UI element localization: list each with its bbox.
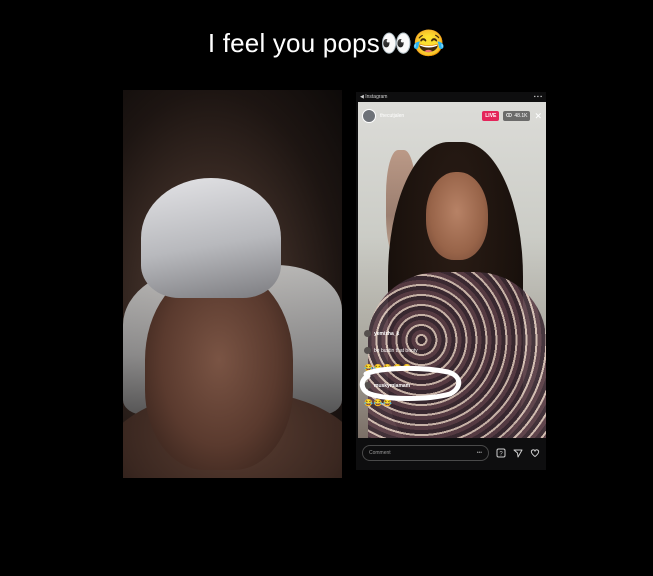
comment-avatar	[364, 347, 371, 354]
durag	[141, 178, 281, 298]
comment-user: yemizha_k	[374, 330, 400, 337]
status-bar: ◀ Instagram ▪ ▪ ▪	[356, 92, 546, 102]
live-header: thecutjalen LIVE 48.1K ✕	[358, 108, 546, 124]
live-video: thecutjalen LIVE 48.1K ✕ yemizha_k be bu…	[358, 102, 546, 438]
man-face	[145, 270, 293, 470]
comment-placeholder: Comment	[369, 450, 391, 456]
comment-item: yemizha_k	[364, 330, 474, 337]
viewer-count: 48.1K	[514, 113, 528, 119]
scribble-highlight	[359, 365, 462, 401]
status-bar-left: ◀ Instagram	[360, 94, 388, 100]
live-badge: LIVE	[482, 111, 500, 121]
video-caption: I feel you pops👀😂	[207, 28, 446, 58]
comment-avatar	[364, 330, 371, 337]
heart-icon[interactable]	[529, 448, 540, 459]
comment-item: be bustin that booty	[364, 347, 474, 354]
comment-text: be bustin that booty	[374, 347, 418, 354]
left-video-feed	[123, 90, 342, 478]
eye-icon	[506, 112, 513, 119]
comment-bar: Comment ••• ?	[362, 442, 540, 464]
instagram-live-screenshot: ◀ Instagram ▪ ▪ ▪ thecutjalen LIVE 48.1K…	[356, 92, 546, 470]
close-icon[interactable]: ✕	[534, 111, 542, 121]
woman-face	[426, 172, 488, 260]
send-icon[interactable]	[512, 448, 523, 459]
live-username[interactable]: thecutjalen	[380, 113, 478, 119]
status-bar-right: ▪ ▪ ▪	[533, 94, 542, 100]
more-options-icon[interactable]: •••	[477, 450, 482, 456]
viewer-count-badge[interactable]: 48.1K	[503, 111, 531, 121]
question-box-icon[interactable]: ?	[495, 448, 506, 459]
comment-input[interactable]: Comment •••	[362, 445, 489, 461]
avatar[interactable]	[362, 109, 376, 123]
